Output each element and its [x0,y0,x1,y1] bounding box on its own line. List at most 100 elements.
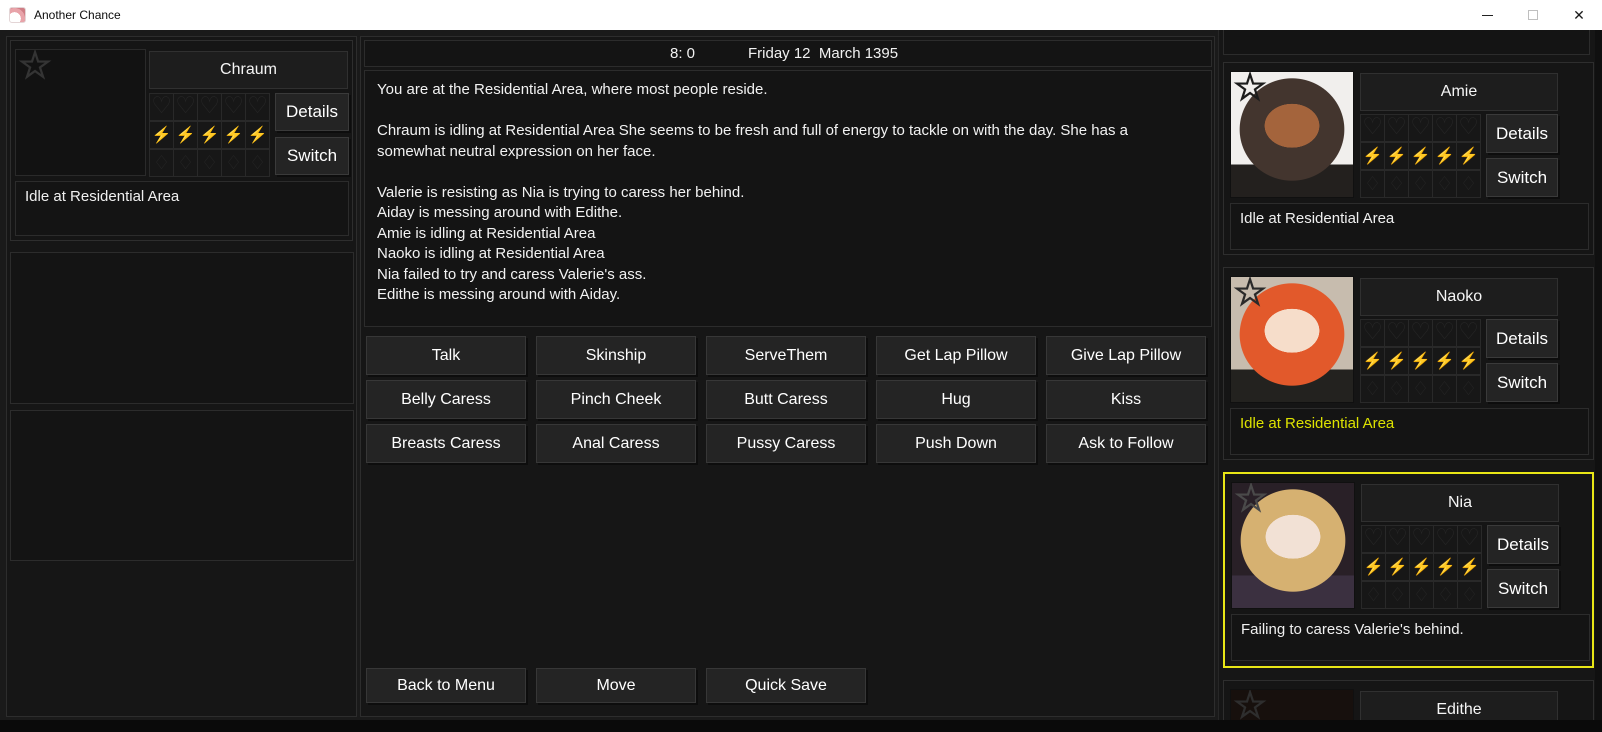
heart-stat-cell: ♡ [197,93,222,121]
diamond-stat-cell: ♢ [1361,581,1386,609]
back-to-menu-button[interactable]: Back to Menu [366,668,526,703]
heart-stat-cell: ♡ [245,93,270,121]
player-status: Idle at Residential Area [15,181,349,236]
bolt-stat-row: ⚡⚡⚡⚡⚡ [1361,553,1485,581]
bolt-stat-row: ⚡⚡⚡⚡⚡ [1360,142,1484,170]
diamond-icon: ♢ [1460,378,1477,401]
bolt-stat-row: ⚡⚡⚡⚡⚡ [149,121,273,149]
window-title: Another Chance [34,8,121,22]
diamond-stat-row: ♢♢♢♢♢ [149,149,273,177]
heart-stat-cell: ♡ [173,93,198,121]
nia-switch-button[interactable]: Switch [1487,569,1559,608]
close-icon: ✕ [1573,8,1585,22]
diamond-stat-cell: ♢ [1456,170,1481,198]
bolt-stat-cell: ⚡ [1457,553,1482,581]
heart-icon: ♡ [1386,318,1407,345]
narrative-line: Valerie is resisting as Nia is trying to… [377,183,1199,204]
move-button[interactable]: Move [536,668,696,703]
diamond-stat-cell: ♢ [1408,170,1433,198]
bolt-icon: ⚡ [152,125,172,145]
ask-to-follow-button[interactable]: Ask to Follow [1046,424,1206,463]
bolt-icon: ⚡ [1387,146,1407,166]
give-lap-pillow-button[interactable]: Give Lap Pillow [1046,336,1206,375]
heart-icon: ♡ [247,92,268,119]
naoko-portrait: ☆ [1230,276,1354,403]
heart-stat-cell: ♡ [1432,319,1457,347]
bolt-icon: ⚡ [1435,351,1455,371]
heart-stat-cell: ♡ [1360,319,1385,347]
naoko-details-button[interactable]: Details [1486,319,1558,358]
heart-icon: ♡ [1411,524,1432,551]
minimize-button[interactable] [1464,0,1510,30]
skinship-button[interactable]: Skinship [536,336,696,375]
servethem-button[interactable]: ServeThem [706,336,866,375]
companion-card-naoko: ☆Naoko♡♡♡♡♡⚡⚡⚡⚡⚡♢♢♢♢♢DetailsSwitchIdle a… [1223,267,1594,460]
bolt-icon: ⚡ [1436,557,1456,577]
bolt-icon: ⚡ [1411,351,1431,371]
narrative-line: You are at the Residential Area, where m… [377,80,1199,101]
nia-details-button[interactable]: Details [1487,525,1559,564]
bolt-icon: ⚡ [1363,351,1383,371]
pinch-cheek-button[interactable]: Pinch Cheek [536,380,696,419]
heart-stat-cell: ♡ [1432,114,1457,142]
naoko-stats: ♡♡♡♡♡⚡⚡⚡⚡⚡♢♢♢♢♢ [1360,319,1484,403]
kiss-button[interactable]: Kiss [1046,380,1206,419]
companion-status-partial [1223,30,1590,55]
diamond-icon: ♢ [177,152,194,175]
heart-icon: ♡ [1410,318,1431,345]
diamond-stat-cell: ♢ [1456,375,1481,403]
diamond-icon: ♢ [1437,584,1454,607]
bolt-stat-cell: ⚡ [1361,553,1386,581]
hug-button[interactable]: Hug [876,380,1036,419]
bolt-icon: ⚡ [1364,557,1384,577]
bolt-icon: ⚡ [1411,146,1431,166]
bolt-icon: ⚡ [224,125,244,145]
bolt-icon: ⚡ [1435,146,1455,166]
scene-panel: 8: 0 Friday 12 March 1395 You are at the… [360,36,1215,717]
heart-icon: ♡ [1362,318,1383,345]
anal-caress-button[interactable]: Anal Caress [536,424,696,463]
amie-name: Amie [1360,73,1558,111]
bolt-stat-cell: ⚡ [1456,347,1481,375]
heart-icon: ♡ [1410,113,1431,140]
naoko-switch-button[interactable]: Switch [1486,363,1558,402]
diamond-stat-cell: ♢ [1384,170,1409,198]
heart-stat-cell: ♡ [1384,114,1409,142]
get-lap-pillow-button[interactable]: Get Lap Pillow [876,336,1036,375]
player-switch-button[interactable]: Switch [275,137,349,175]
heart-stat-cell: ♡ [1360,114,1385,142]
amie-switch-button[interactable]: Switch [1486,158,1558,197]
heart-icon: ♡ [1362,113,1383,140]
push-down-button[interactable]: Push Down [876,424,1036,463]
narrative-blank-line [377,101,1199,122]
heart-icon: ♡ [1458,318,1479,345]
player-details-button[interactable]: Details [275,93,349,131]
diamond-stat-cell: ♢ [1432,170,1457,198]
amie-status: Idle at Residential Area [1230,203,1589,250]
heart-stat-row: ♡♡♡♡♡ [1360,114,1484,142]
player-card: ☆ Chraum ♡♡♡♡♡⚡⚡⚡⚡⚡♢♢♢♢♢ Details Switch … [10,40,353,241]
amie-details-button[interactable]: Details [1486,114,1558,153]
bolt-stat-cell: ⚡ [1360,142,1385,170]
maximize-button[interactable] [1510,0,1556,30]
naoko-name: Naoko [1360,278,1558,316]
nia-portrait: ☆ [1231,482,1355,609]
talk-button[interactable]: Talk [366,336,526,375]
narrative-line: Naoko is idling at Residential Area [377,244,1199,265]
bolt-stat-cell: ⚡ [245,121,270,149]
pussy-caress-button[interactable]: Pussy Caress [706,424,866,463]
diamond-stat-row: ♢♢♢♢♢ [1360,375,1484,403]
narrative-line: Amie is idling at Residential Area [377,224,1199,245]
breasts-caress-button[interactable]: Breasts Caress [366,424,526,463]
bolt-icon: ⚡ [176,125,196,145]
diamond-icon: ♢ [1461,584,1478,607]
time-value: 8: 0 [670,45,695,62]
butt-caress-button[interactable]: Butt Caress [706,380,866,419]
close-button[interactable]: ✕ [1556,0,1602,30]
quick-save-button[interactable]: Quick Save [706,668,866,703]
narrative-blank-line [377,162,1199,183]
heart-stat-cell: ♡ [1456,319,1481,347]
favorite-star-icon: ☆ [1233,276,1267,313]
heart-stat-cell: ♡ [1385,525,1410,553]
belly-caress-button[interactable]: Belly Caress [366,380,526,419]
